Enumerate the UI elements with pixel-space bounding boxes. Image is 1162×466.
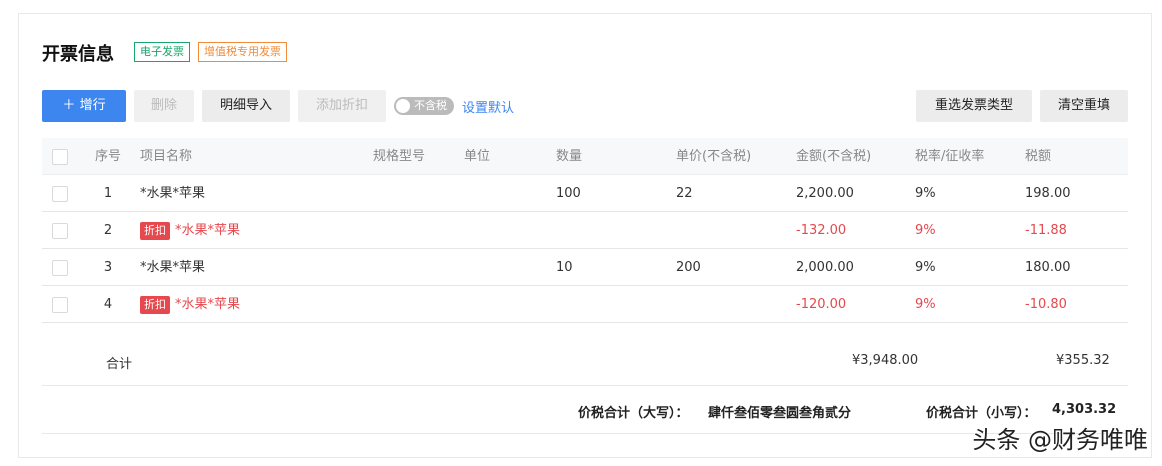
cell-name: *水果*苹果 (140, 186, 206, 201)
column-header: 序号 (94, 149, 121, 164)
column-header: 数量 (556, 149, 583, 164)
add-discount-button[interactable]: 添加折扣 (298, 90, 386, 122)
column-header: 单价(不含税) (676, 149, 752, 164)
column-header: 单位 (464, 149, 491, 164)
page-title: 开票信息 (42, 44, 114, 65)
divider (42, 433, 1128, 434)
summary-label: 合计 (106, 357, 133, 372)
import-button[interactable]: 明细导入 (202, 90, 290, 122)
total-lower-value: 4,303.32 (1052, 402, 1117, 417)
tag-e-invoice: 电子发票 (134, 42, 190, 62)
table-row[interactable]: 3 *水果*苹果 10 200 2,000.00 9% 180.00 (42, 249, 1128, 286)
divider (42, 385, 1128, 386)
cell-tax: 180.00 (1025, 260, 1071, 275)
tag-vat-special: 增值税专用发票 (198, 42, 287, 62)
cell-rate: 9% (915, 260, 936, 275)
total-lower-label: 价税合计（小写）： (926, 406, 1037, 421)
row-checkbox[interactable] (52, 186, 68, 202)
plus-icon: ＋ (62, 98, 76, 113)
column-header: 税额 (1025, 149, 1052, 164)
discount-badge: 折扣 (140, 295, 170, 314)
cell-name: 折扣 *水果*苹果 (140, 212, 240, 249)
cell-no: 3 (103, 260, 113, 275)
column-header: 税率/征收率 (915, 149, 985, 164)
table-header: 序号 项目名称 规格型号 单位 数量 单价(不含税) 金额(不含税) 税率/征收率 税额 (42, 138, 1128, 175)
column-header: 金额(不含税) (796, 149, 872, 164)
cell-no: 2 (103, 223, 113, 238)
delete-button[interactable]: 删除 (134, 90, 194, 122)
cell-amount: 2,200.00 (796, 186, 854, 201)
row-checkbox[interactable] (52, 297, 68, 313)
summary-tax: ¥355.32 (1056, 353, 1110, 368)
total-upper-label: 价税合计（大写）： (578, 406, 689, 421)
add-row-button[interactable]: ＋ 增行 (42, 90, 126, 122)
column-header: 项目名称 (140, 149, 193, 164)
reselect-type-button[interactable]: 重选发票类型 (916, 90, 1032, 122)
row-checkbox[interactable] (52, 260, 68, 276)
cell-qty: 100 (556, 186, 581, 201)
cell-qty: 10 (556, 260, 573, 275)
row-checkbox[interactable] (52, 223, 68, 239)
cell-price: 22 (676, 186, 693, 201)
cell-tax: -11.88 (1025, 223, 1067, 238)
cell-amount: -120.00 (796, 297, 847, 312)
watermark: 头条 @财务唯唯 (972, 426, 1148, 454)
add-row-label: 增行 (79, 98, 106, 113)
table-row[interactable]: 2 折扣 *水果*苹果 -132.00 9% -11.88 (42, 212, 1128, 249)
summary-amount: ¥3,948.00 (852, 353, 919, 368)
cell-amount: -132.00 (796, 223, 847, 238)
tax-toggle[interactable]: 不含税 (394, 97, 454, 115)
table-row[interactable]: 1 *水果*苹果 100 22 2,200.00 9% 198.00 (42, 175, 1128, 212)
discount-badge: 折扣 (140, 221, 170, 240)
cell-rate: 9% (915, 223, 936, 238)
toggle-label: 不含税 (414, 99, 447, 112)
item-name: *水果*苹果 (175, 297, 241, 312)
total-upper-value: 肆仟叁佰零叁圆叁角贰分 (708, 406, 852, 421)
cell-no: 1 (103, 186, 113, 201)
cell-rate: 9% (915, 186, 936, 201)
item-name: *水果*苹果 (175, 223, 241, 238)
table-row[interactable]: 4 折扣 *水果*苹果 -120.00 9% -10.80 (42, 286, 1128, 323)
toggle-knob (396, 99, 410, 113)
cell-name: 折扣 *水果*苹果 (140, 286, 240, 323)
cell-no: 4 (103, 297, 113, 312)
cell-name: *水果*苹果 (140, 260, 206, 275)
set-default-link[interactable]: 设置默认 (462, 97, 514, 116)
column-header: 规格型号 (373, 149, 426, 164)
cell-tax: 198.00 (1025, 186, 1071, 201)
cell-amount: 2,000.00 (796, 260, 854, 275)
select-all-checkbox[interactable] (52, 149, 68, 165)
cell-tax: -10.80 (1025, 297, 1067, 312)
cell-price: 200 (676, 260, 701, 275)
cell-rate: 9% (915, 297, 936, 312)
clear-button[interactable]: 清空重填 (1040, 90, 1128, 122)
